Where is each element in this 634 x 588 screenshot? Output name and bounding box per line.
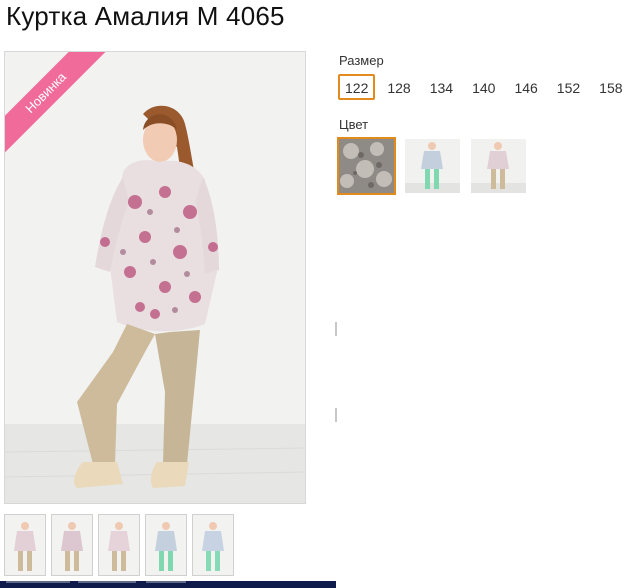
- swatch-image: [339, 139, 394, 193]
- divider-mark: [335, 322, 337, 336]
- thumbnail-image: [52, 515, 92, 575]
- swatch-image: [405, 139, 460, 193]
- bottom-bar-segment: [78, 581, 136, 583]
- bottom-bar-segment: [146, 581, 186, 583]
- thumbnail-image: [146, 515, 186, 575]
- thumbnail-2[interactable]: [51, 514, 93, 576]
- size-option-158[interactable]: 158: [592, 74, 629, 100]
- size-selector: 122 128 134 140 146 152 158 164: [338, 74, 634, 100]
- size-option-134[interactable]: 134: [423, 74, 460, 100]
- product-title: Куртка Амалия М 4065: [6, 1, 285, 31]
- color-label: Цвет: [339, 117, 369, 132]
- main-product-photo[interactable]: Новинка: [4, 51, 306, 504]
- thumbnail-image: [5, 515, 45, 575]
- size-option-128[interactable]: 128: [380, 74, 417, 100]
- thumbnail-5[interactable]: [192, 514, 234, 576]
- size-option-146[interactable]: 146: [507, 74, 544, 100]
- color-selector: [337, 137, 528, 195]
- thumbnail-strip: [4, 514, 234, 576]
- size-label: Размер: [339, 53, 384, 68]
- size-option-140[interactable]: 140: [465, 74, 502, 100]
- swatch-image: [471, 139, 526, 193]
- thumbnail-image: [193, 515, 233, 575]
- size-option-122[interactable]: 122: [338, 74, 376, 100]
- bottom-bar-segment: [6, 581, 70, 583]
- color-swatch-blue[interactable]: [403, 137, 462, 195]
- thumbnail-3[interactable]: [98, 514, 140, 576]
- thumbnail-4[interactable]: [145, 514, 187, 576]
- product-photo-image: [5, 52, 305, 503]
- divider-mark: [335, 408, 337, 422]
- color-swatch-pink[interactable]: [469, 137, 528, 195]
- thumbnail-1[interactable]: [4, 514, 46, 576]
- bottom-bar: [0, 581, 336, 588]
- thumbnail-image: [99, 515, 139, 575]
- size-option-152[interactable]: 152: [550, 74, 587, 100]
- color-swatch-floral-grey[interactable]: [337, 137, 396, 195]
